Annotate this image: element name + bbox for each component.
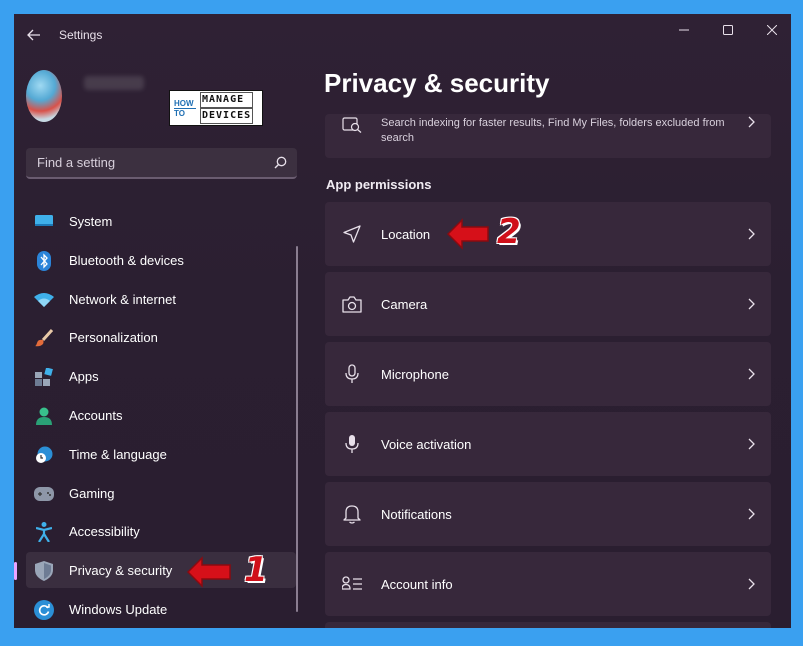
back-arrow-icon: [27, 29, 40, 41]
sidebar-item-apps[interactable]: Apps: [26, 358, 296, 394]
shield-icon: [34, 561, 54, 582]
card-label: Notifications: [381, 507, 452, 522]
sidebar-item-system[interactable]: System: [26, 203, 296, 239]
active-indicator: [14, 562, 17, 581]
camera-icon: [341, 293, 363, 315]
close-icon: [767, 25, 777, 35]
brush-icon: [34, 328, 54, 348]
chevron-right-icon: [745, 578, 757, 590]
maximize-button[interactable]: [706, 18, 750, 42]
gamepad-icon: [34, 484, 54, 504]
chevron-right-icon: [745, 438, 757, 450]
account-info-icon: [341, 573, 363, 595]
back-button[interactable]: [24, 25, 44, 45]
card-label: Location: [381, 227, 431, 242]
brand-logo: HOW TO MANAGE DEVICES: [169, 90, 263, 126]
annotation-number-1: 1: [244, 550, 268, 590]
location-arrow-icon: [341, 223, 363, 245]
update-icon: [34, 599, 54, 620]
sidebar-item-label: Personalization: [69, 330, 158, 346]
microphone-icon: [341, 363, 363, 385]
card-label: Camera: [381, 297, 428, 312]
sidebar-item-label: Network & internet: [69, 291, 176, 307]
annotation-arrow-1: [186, 556, 231, 588]
sidebar-item-label: Time & language: [69, 446, 167, 462]
chevron-right-icon: [745, 116, 757, 128]
minimize-icon: [679, 29, 689, 31]
search-icon[interactable]: [274, 156, 287, 169]
section-heading-app-permissions: App permissions: [326, 177, 432, 192]
sidebar-item-bluetooth[interactable]: Bluetooth & devices: [26, 242, 296, 278]
sidebar-item-network[interactable]: Network & internet: [26, 281, 296, 317]
card-label: Account info: [381, 577, 453, 592]
wifi-icon: [34, 290, 54, 310]
search-input[interactable]: [26, 148, 266, 177]
card-label: Voice activation: [381, 437, 472, 452]
sidebar-item-windows-update[interactable]: Windows Update: [26, 591, 296, 627]
sidebar-item-label: Privacy & security: [69, 563, 173, 579]
maximize-icon: [723, 25, 733, 35]
logo-how-text: HOW: [174, 98, 194, 108]
annotation-number-2: 2: [497, 212, 521, 252]
sidebar-item-gaming[interactable]: Gaming: [26, 475, 296, 511]
accessibility-icon: [34, 522, 54, 543]
card-partial[interactable]: [325, 622, 771, 628]
sidebar-item-label: Apps: [69, 369, 99, 385]
sidebar-item-label: Bluetooth & devices: [69, 252, 184, 268]
card-account-info[interactable]: Account info: [325, 552, 771, 616]
card-notifications[interactable]: Notifications: [325, 482, 771, 546]
card-label: Microphone: [381, 367, 449, 382]
page-title: Privacy & security: [324, 68, 550, 98]
globe-clock-icon: [34, 445, 54, 465]
annotation-arrow-2: [446, 218, 489, 250]
chevron-right-icon: [745, 228, 757, 240]
search-box[interactable]: [26, 148, 297, 179]
title-bar: Settings: [14, 14, 791, 56]
bell-icon: [341, 503, 363, 525]
logo-to-text: TO: [174, 107, 196, 118]
card-searching-windows[interactable]: Search indexing for faster results, Find…: [325, 114, 771, 158]
avatar[interactable]: [26, 70, 62, 122]
sidebar-item-accessibility[interactable]: Accessibility: [26, 513, 296, 549]
sidebar-item-personalization[interactable]: Personalization: [26, 319, 296, 355]
card-camera[interactable]: Camera: [325, 272, 771, 336]
search-settings-icon: [341, 114, 363, 136]
sidebar-item-accounts[interactable]: Accounts: [26, 397, 296, 433]
user-name-blurred: [84, 76, 144, 90]
sidebar-item-label: Gaming: [69, 485, 115, 501]
chevron-right-icon: [745, 298, 757, 310]
monitor-icon: [34, 212, 54, 232]
close-button[interactable]: [750, 18, 791, 42]
chevron-right-icon: [745, 368, 757, 380]
voice-mic-icon: [341, 433, 363, 455]
minimize-button[interactable]: [662, 18, 706, 42]
logo-line1: MANAGE: [200, 92, 254, 108]
sidebar-item-label: Accessibility: [69, 524, 140, 540]
person-icon: [34, 406, 54, 426]
settings-window: Settings HOW TO MANAGE DEVICES Find a se…: [14, 14, 791, 628]
app-title: Settings: [59, 28, 103, 42]
sidebar-scrollbar[interactable]: [296, 246, 298, 612]
card-location[interactable]: Location: [325, 202, 771, 266]
card-microphone[interactable]: Microphone: [325, 342, 771, 406]
bluetooth-icon: [34, 250, 54, 271]
card-voice-activation[interactable]: Voice activation: [325, 412, 771, 476]
sidebar-item-label: System: [69, 214, 113, 229]
logo-line2: DEVICES: [200, 108, 254, 124]
chevron-right-icon: [745, 508, 757, 520]
sidebar-item-label: Windows Update: [69, 601, 168, 617]
sidebar-item-time-language[interactable]: Time & language: [26, 436, 296, 472]
apps-icon: [34, 367, 54, 387]
card-description: Search indexing for faster results, Find…: [381, 117, 725, 144]
sidebar-item-label: Accounts: [69, 407, 123, 423]
